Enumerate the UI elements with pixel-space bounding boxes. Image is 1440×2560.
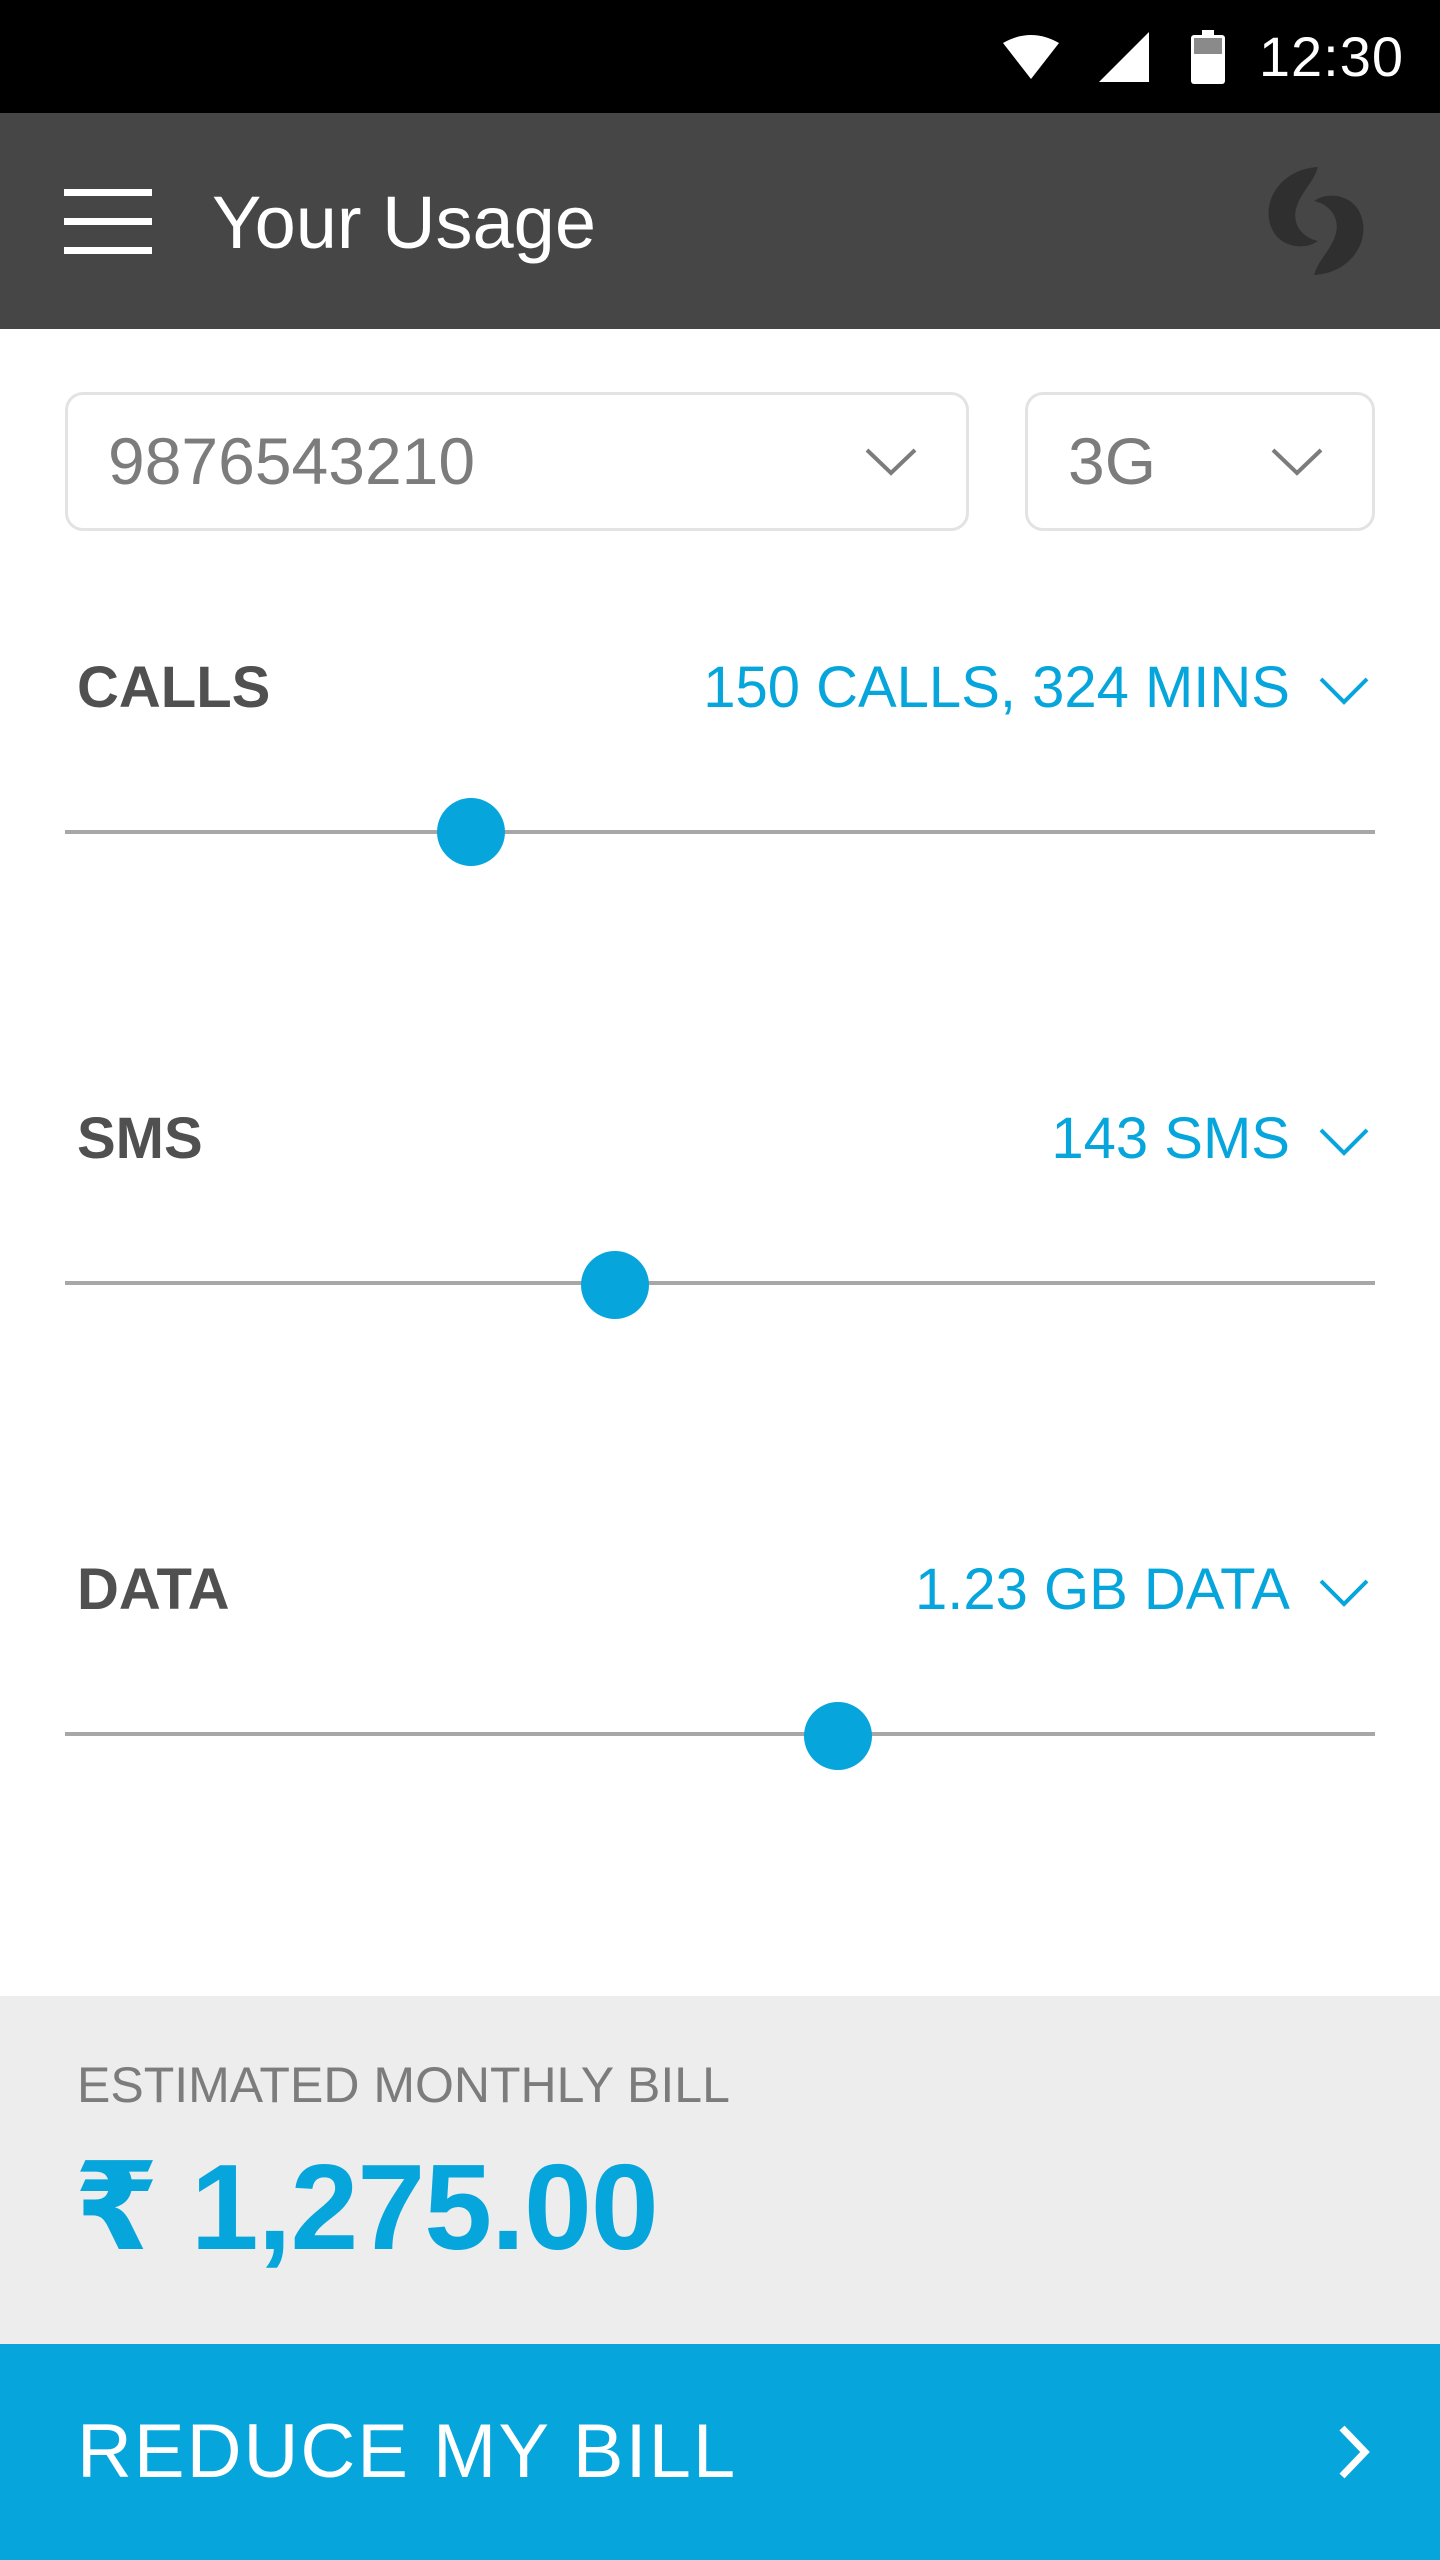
network-type-select[interactable]: 3G: [1025, 392, 1375, 531]
bill-panel: ESTIMATED MONTHLY BILL ₹ 1,275.00: [0, 1996, 1440, 2344]
phone-number-select[interactable]: 9876543210: [65, 392, 969, 531]
calls-slider-thumb[interactable]: [437, 798, 506, 866]
sms-slider-track[interactable]: [65, 1281, 1375, 1285]
data-label: DATA: [77, 1557, 230, 1622]
selectors: 9876543210 3G: [65, 392, 1375, 531]
sms-value[interactable]: 143 SMS: [1051, 1105, 1290, 1172]
battery-icon: [1190, 29, 1225, 84]
network-type-value: 3G: [1068, 424, 1157, 498]
status-time: 12:30: [1258, 25, 1404, 88]
data-section: DATA 1.23 GB DATA: [0, 1542, 1440, 1802]
chevron-down-icon[interactable]: [1318, 1578, 1370, 1608]
wifi-icon: [1002, 34, 1059, 79]
chevron-down-icon: [1271, 448, 1323, 476]
brand-logo-icon: [1268, 167, 1364, 275]
chevron-down-icon: [865, 448, 917, 476]
status-icons: 12:30: [1002, 0, 1404, 113]
bill-label: ESTIMATED MONTHLY BILL: [77, 2057, 730, 2113]
data-value[interactable]: 1.23 GB DATA: [915, 1556, 1290, 1623]
chevron-down-icon[interactable]: [1318, 676, 1370, 706]
sms-section: SMS 143 SMS: [0, 1091, 1440, 1351]
cell-signal-icon: [1098, 31, 1149, 82]
data-slider-track[interactable]: [65, 1732, 1375, 1736]
data-slider-thumb[interactable]: [803, 1702, 872, 1770]
phone-number-value: 9876543210: [108, 424, 476, 498]
sms-label: SMS: [77, 1106, 203, 1171]
calls-value[interactable]: 150 CALLS, 324 MINS: [703, 654, 1290, 721]
app-bar: Your Usage: [0, 113, 1440, 329]
reduce-bill-label: REDUCE MY BILL: [77, 2409, 738, 2494]
hamburger-menu-icon[interactable]: [54, 185, 154, 257]
calls-label: CALLS: [77, 655, 271, 720]
status-bar: 12:30: [0, 0, 1440, 113]
bill-amount: ₹ 1,275.00: [74, 2139, 659, 2275]
calls-section: CALLS 150 CALLS, 324 MINS: [0, 640, 1440, 900]
calls-slider-track[interactable]: [65, 830, 1375, 834]
reduce-bill-button[interactable]: REDUCE MY BILL: [0, 2344, 1440, 2560]
sms-slider-thumb[interactable]: [581, 1251, 650, 1319]
chevron-down-icon[interactable]: [1318, 1127, 1370, 1157]
chevron-right-icon: [1339, 2425, 1370, 2479]
page-title: Your Usage: [212, 181, 596, 264]
